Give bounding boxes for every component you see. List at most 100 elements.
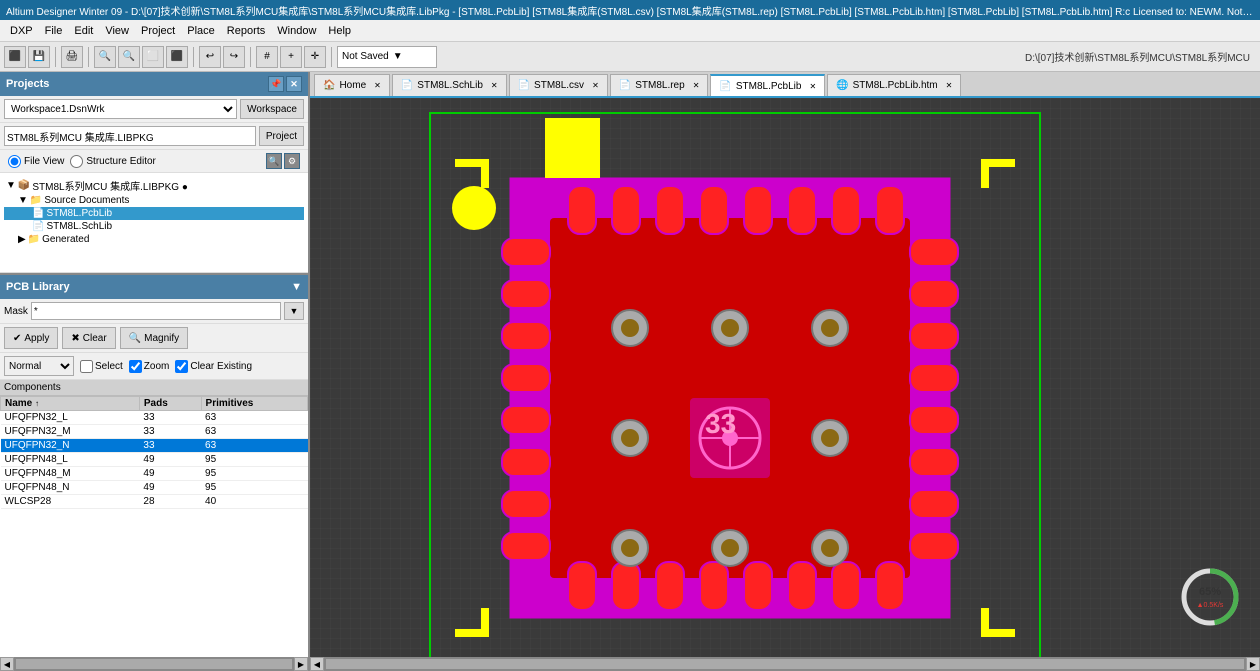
tab-stm8l-pcblib-htm[interactable]: 🌐 STM8L.PcbLib.htm ✕ (827, 74, 961, 96)
file-view-radio[interactable]: File View (8, 155, 64, 168)
menu-place[interactable]: Place (181, 23, 221, 39)
tree-item[interactable]: 📄 STM8L.PcbLib (4, 207, 304, 220)
main-toolbar: ⬛ 💾 🖨 🔍 🔍 ⬜ ⬛ ↩ ↪ # + ✛ Not Saved ▼ D:\[… (0, 42, 1260, 72)
col-pads[interactable]: Pads (139, 397, 201, 411)
clear-existing-checkbox[interactable] (175, 360, 188, 373)
menu-bar: DXP File Edit View Project Place Reports… (0, 20, 1260, 42)
filter-buttons: ✔ Apply ✖ Clear 🔍 Magnify (0, 324, 308, 353)
menu-help[interactable]: Help (322, 23, 357, 39)
tree-item[interactable]: ▶ 📁 Generated (4, 233, 304, 246)
view-icon-1[interactable]: 🔍 (266, 153, 282, 169)
h-scroll-track[interactable] (326, 659, 1244, 669)
toolbar-btn-grid[interactable]: # (256, 46, 278, 68)
left-panel-scrollbar[interactable]: ◀ ▶ (0, 657, 308, 671)
zoom-checkbox-label[interactable]: Zoom (129, 360, 170, 373)
toolbar-btn-6[interactable]: ✛ (304, 46, 326, 68)
project-button[interactable]: Project (259, 126, 304, 146)
cell-primitives: 40 (201, 495, 307, 509)
tab-close-icon[interactable]: ✕ (946, 81, 953, 90)
zoom-checkbox[interactable] (129, 360, 142, 373)
cell-name: UFQFPN32_M (1, 425, 140, 439)
scroll-left-btn[interactable]: ◀ (0, 657, 14, 671)
workspace-select[interactable]: Workspace1.DsnWrk (4, 99, 237, 119)
clear-icon: ✖ (71, 333, 79, 344)
menu-file[interactable]: File (39, 23, 69, 39)
mask-combo-btn[interactable]: ▼ (284, 302, 304, 320)
clear-existing-checkbox-label[interactable]: Clear Existing (175, 360, 252, 373)
tab-stm8l-schlib[interactable]: 📄 STM8L.SchLib ✕ (392, 74, 507, 96)
magnify-button[interactable]: 🔍 Magnify (120, 327, 188, 349)
toolbar-btn-zoom-fit[interactable]: ⬜ (142, 46, 164, 68)
tab-close-icon[interactable]: ✕ (592, 81, 599, 90)
menu-dxp[interactable]: DXP (4, 23, 39, 39)
toolbar-btn-undo[interactable]: ↩ (199, 46, 221, 68)
tab-stm8l-pcblib[interactable]: 📄 STM8L.PcbLib ✕ (710, 74, 825, 96)
mode-select[interactable]: Normal (4, 356, 74, 376)
mask-input[interactable] (31, 302, 281, 320)
projects-title: Projects (6, 78, 268, 90)
tab-close-icon[interactable]: ✕ (809, 82, 816, 91)
toolbar-btn-redo[interactable]: ↪ (223, 46, 245, 68)
table-row[interactable]: UFQFPN48_L 49 95 (1, 453, 308, 467)
menu-view[interactable]: View (99, 23, 135, 39)
menu-reports[interactable]: Reports (221, 23, 272, 39)
cell-name: UFQFPN32_N (1, 439, 140, 453)
clear-button[interactable]: ✖ Clear (62, 327, 115, 349)
cell-pads: 49 (139, 453, 201, 467)
tab-icon: 📄 (619, 80, 631, 91)
tab-close-icon[interactable]: ✕ (374, 81, 381, 90)
bottom-scrollbar[interactable]: ◀ ▶ (310, 657, 1260, 671)
tree-item[interactable]: 📄 STM8L.SchLib (4, 220, 304, 233)
select-checkbox[interactable] (80, 360, 93, 373)
cell-name: UFQFPN48_N (1, 481, 140, 495)
saved-state-dropdown[interactable]: Not Saved ▼ (337, 46, 437, 68)
col-name[interactable]: Name ↑ (1, 397, 140, 411)
tree-item[interactable]: ▼ 📦 STM8L系列MCU 集成库.LIBPKG ● (4, 177, 304, 194)
scroll-track[interactable] (16, 659, 292, 669)
apply-button[interactable]: ✔ Apply (4, 327, 58, 349)
table-row[interactable]: UFQFPN48_M 49 95 (1, 467, 308, 481)
toolbar-btn-print[interactable]: 🖨 (61, 46, 83, 68)
structure-editor-radio[interactable]: Structure Editor (70, 155, 155, 168)
toolbar-btn-1[interactable]: ⬛ (4, 46, 26, 68)
table-row[interactable]: WLCSP28 28 40 (1, 495, 308, 509)
toolbar-btn-5[interactable]: + (280, 46, 302, 68)
col-primitives[interactable]: Primitives (201, 397, 307, 411)
apply-label: Apply (24, 333, 49, 344)
tab-home[interactable]: 🏠 Home ✕ (314, 74, 390, 96)
mask-label: Mask (4, 306, 28, 317)
toolbar-btn-2[interactable]: 💾 (28, 46, 50, 68)
menu-edit[interactable]: Edit (68, 23, 99, 39)
table-row[interactable]: UFQFPN32_N 33 63 (1, 439, 308, 453)
table-row[interactable]: UFQFPN48_N 49 95 (1, 481, 308, 495)
toolbar-btn-zoom-out[interactable]: 🔍 (118, 46, 140, 68)
components-table-wrap[interactable]: Name ↑ Pads Primitives UFQFPN32_L 33 63U… (0, 396, 308, 657)
clear-label: Clear (83, 333, 107, 344)
table-row[interactable]: UFQFPN32_M 33 63 (1, 425, 308, 439)
scroll-left-btn-bottom[interactable]: ◀ (310, 657, 324, 671)
panel-close-btn[interactable]: ✕ (286, 76, 302, 92)
menu-window[interactable]: Window (271, 23, 322, 39)
select-checkbox-label[interactable]: Select (80, 360, 123, 373)
pcb-lib-arrow-icon[interactable]: ▼ (291, 281, 302, 293)
workspace-button[interactable]: Workspace (240, 99, 304, 119)
toolbar-btn-zoom-in[interactable]: 🔍 (94, 46, 116, 68)
cell-pads: 33 (139, 411, 201, 425)
menu-project[interactable]: Project (135, 23, 181, 39)
scroll-right-btn[interactable]: ▶ (294, 657, 308, 671)
pcb-canvas-area[interactable]: 33 65% ▲0.5K/s (310, 98, 1260, 657)
tab-stm8l-csv[interactable]: 📄 STM8L.csv ✕ (509, 74, 608, 96)
table-row[interactable]: UFQFPN32_L 33 63 (1, 411, 308, 425)
panel-pin-btn[interactable]: 📌 (268, 76, 284, 92)
view-icon-2[interactable]: ⚙ (284, 153, 300, 169)
tree-file-icon: 📦 (18, 180, 30, 191)
tab-close-icon[interactable]: ✕ (491, 81, 498, 90)
tab-stm8l-rep[interactable]: 📄 STM8L.rep ✕ (610, 74, 709, 96)
tab-label: STM8L.PcbLib (736, 81, 802, 92)
project-input[interactable] (4, 126, 256, 146)
tree-item[interactable]: ▼ 📁 Source Documents (4, 194, 304, 207)
scroll-right-btn-bottom[interactable]: ▶ (1246, 657, 1260, 671)
toolbar-btn-zoom-area[interactable]: ⬛ (166, 46, 188, 68)
tree-file-icon: 📄 (32, 221, 44, 232)
tab-close-icon[interactable]: ✕ (693, 81, 700, 90)
